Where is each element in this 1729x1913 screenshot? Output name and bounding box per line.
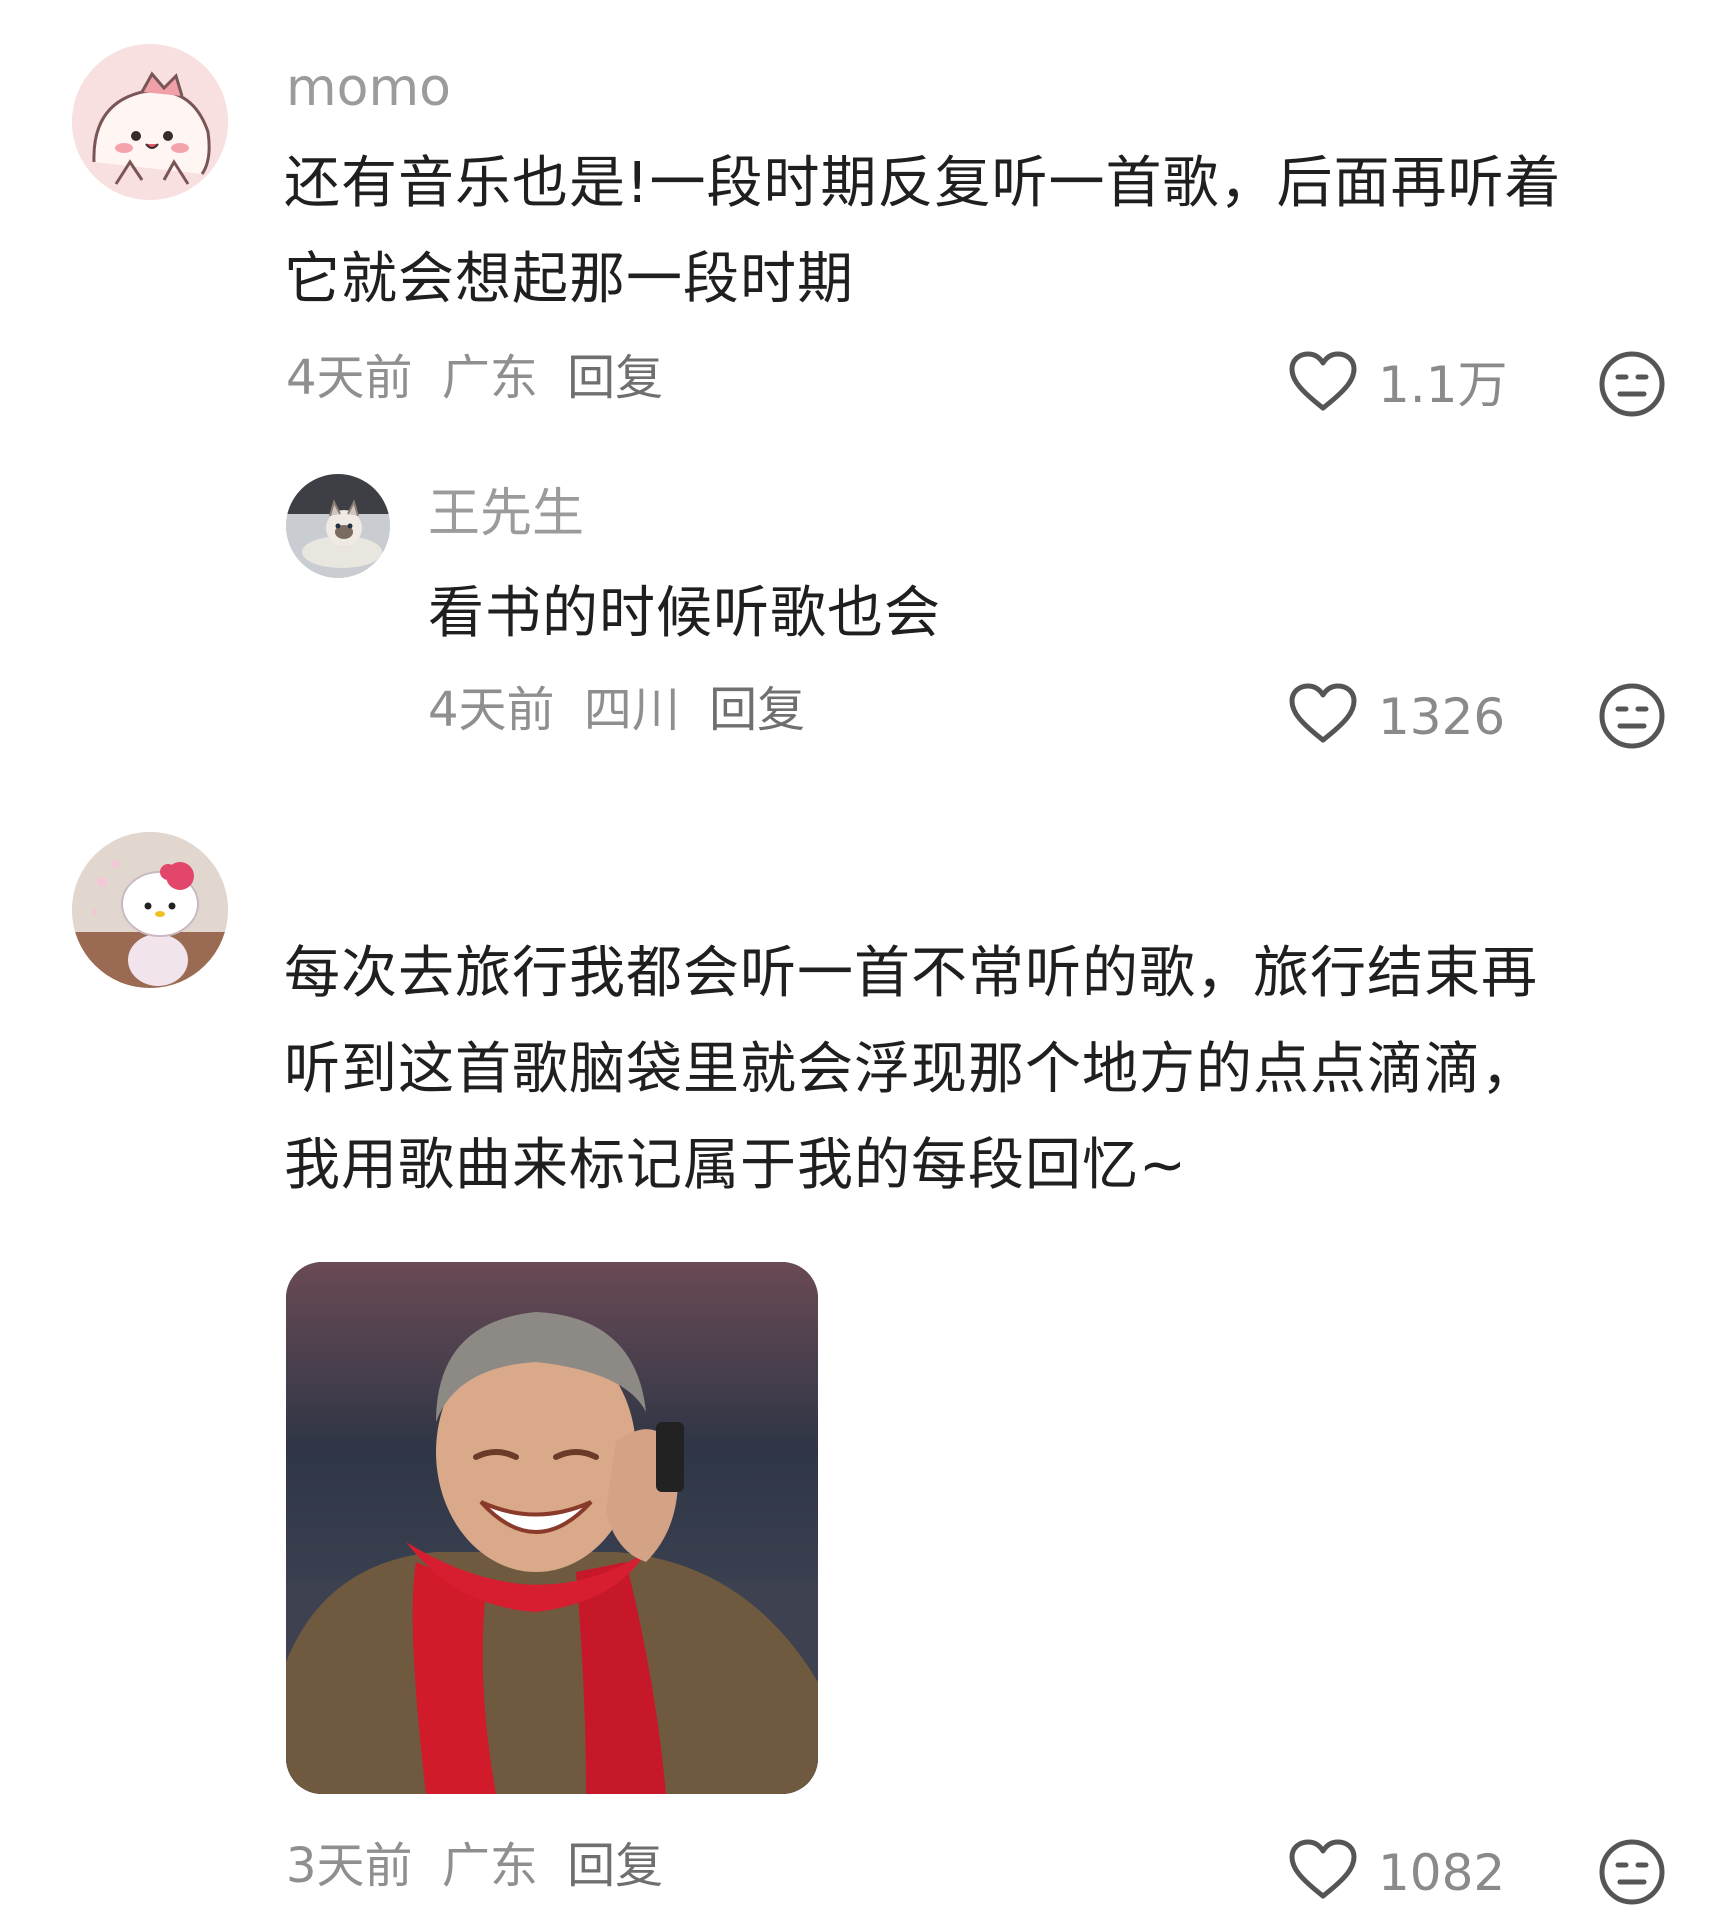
timestamp: 4天前 (428, 682, 555, 738)
username[interactable]: momo (286, 62, 451, 114)
heart-outline-icon[interactable] (1288, 682, 1358, 746)
heart-outline-icon[interactable] (1288, 1838, 1358, 1902)
reply-button[interactable]: 回复 (709, 682, 805, 738)
comment-text-line: 我用歌曲来标记属于我的每段回忆~ (284, 1133, 1187, 1198)
comment-meta: 3天前 广东 回复 (286, 1842, 663, 1890)
comment-text-line: 看书的时候听歌也会 (428, 581, 941, 646)
comment-text-line: 还有音乐也是!一段时期反复听一首歌，后面再听着 (284, 151, 1562, 216)
heart-outline-icon[interactable] (1288, 350, 1358, 414)
reply-button[interactable]: 回复 (567, 350, 663, 406)
comment-text-line: 它就会想起那一段时期 (284, 247, 854, 312)
meh-face-icon[interactable] (1598, 682, 1666, 750)
timestamp: 3天前 (286, 1838, 413, 1894)
avatar[interactable] (286, 474, 390, 578)
meh-face-icon[interactable] (1598, 350, 1666, 418)
timestamp: 4天前 (286, 350, 413, 406)
like-count: 1082 (1378, 1844, 1506, 1902)
location: 四川 (583, 682, 680, 738)
like-count: 1.1万 (1378, 356, 1508, 414)
sticker-image[interactable] (286, 1262, 818, 1794)
username[interactable]: 王先生 (428, 488, 584, 540)
avatar[interactable] (72, 44, 228, 200)
comment-text-line: 每次去旅行我都会听一首不常听的歌，旅行结束再 (284, 941, 1538, 1006)
like-count: 1326 (1378, 688, 1506, 746)
comment-text-line: 听到这首歌脑袋里就会浮现那个地方的点点滴滴， (284, 1037, 1538, 1102)
avatar[interactable] (72, 832, 228, 988)
meh-face-icon[interactable] (1598, 1838, 1666, 1906)
reply-button[interactable]: 回复 (567, 1838, 663, 1894)
location: 广东 (441, 350, 538, 406)
comment-meta: 4天前 广东 回复 (286, 354, 663, 402)
comment-meta: 4天前 四川 回复 (428, 686, 805, 734)
location: 广东 (441, 1838, 538, 1894)
